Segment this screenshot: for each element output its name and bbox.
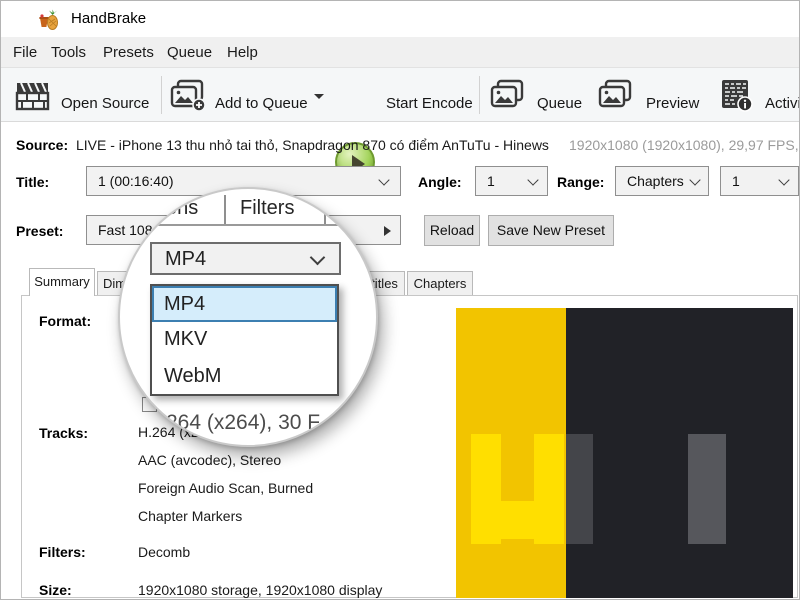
- angle-label: Angle:: [418, 174, 462, 190]
- pictures-add-icon: [169, 79, 207, 118]
- pictures-stack-icon: [597, 79, 635, 118]
- track-line: Chapter Markers: [138, 508, 242, 524]
- menu-presets[interactable]: Presets: [103, 44, 154, 61]
- queue-button[interactable]: Queue: [489, 76, 585, 116]
- app-icon: [37, 8, 61, 32]
- preview-letter-i-bar: [688, 434, 726, 544]
- queue-label: Queue: [537, 95, 582, 112]
- toolbar: Open Source Add to Queue Start Encode: [1, 68, 799, 122]
- track-line: AAC (avcodec), Stereo: [138, 452, 281, 468]
- preview-label: Preview: [646, 95, 699, 112]
- title-label: Title:: [16, 174, 49, 190]
- dropdown-option-mkv[interactable]: MKV: [152, 322, 337, 359]
- format-dropdown[interactable]: MP4: [150, 242, 341, 275]
- range-type-select[interactable]: Chapters: [615, 166, 709, 196]
- tab-baseline: [120, 224, 378, 226]
- chevron-down-icon: [689, 174, 700, 185]
- start-encode-label: Start Encode: [386, 95, 473, 112]
- range-label: Range:: [557, 174, 604, 190]
- activity-log-label: Activity Log: [765, 95, 800, 112]
- chevron-down-icon: [778, 174, 789, 185]
- angle-select[interactable]: 1: [475, 166, 548, 196]
- filters-value: Decomb: [138, 544, 190, 560]
- titlebar: HandBrake: [1, 1, 799, 37]
- window-title: HandBrake: [71, 10, 146, 28]
- track-line: Foreign Audio Scan, Burned: [138, 480, 313, 496]
- menu-queue[interactable]: Queue: [167, 44, 212, 61]
- toolbar-separator: [161, 76, 162, 114]
- source-label: Source:: [16, 137, 68, 153]
- menu-help[interactable]: Help: [227, 44, 258, 61]
- format-dropdown-list: MP4 MKV WebM: [150, 284, 339, 396]
- menu-file[interactable]: File: [13, 44, 37, 61]
- menubar: File Tools Presets Queue Help: [1, 37, 799, 68]
- save-new-preset-button[interactable]: Save New Preset: [488, 215, 614, 246]
- size-value: 1920x1080 storage, 1920x1080 display: [138, 582, 382, 598]
- chevron-down-icon: [310, 250, 326, 266]
- angle-select-value: 1: [487, 173, 495, 189]
- toolbar-separator: [479, 76, 480, 114]
- magnified-tab-dimensions-partial: ons: [166, 197, 198, 220]
- handbrake-window: HandBrake File Tools Presets Queue Help …: [0, 0, 800, 600]
- source-value: LIVE - iPhone 13 thu nhỏ tai thỏ, Snapdr…: [76, 137, 549, 153]
- magnified-track-text: 264 (x264), 30 F: [166, 411, 320, 435]
- add-to-queue-label: Add to Queue: [215, 95, 308, 112]
- size-label: Size:: [39, 582, 72, 598]
- caret-down-icon: [314, 94, 324, 99]
- tab-summary[interactable]: Summary: [29, 268, 95, 296]
- preview-letter-h-crossbar: [471, 501, 564, 539]
- clapperboard-icon: [15, 80, 51, 117]
- open-source-label: Open Source: [61, 95, 149, 112]
- log-info-icon: [719, 78, 755, 119]
- tracks-label: Tracks:: [39, 425, 88, 441]
- open-source-button[interactable]: Open Source: [15, 76, 155, 116]
- range-end-select[interactable]: 1: [720, 166, 799, 196]
- tab-separator: [224, 195, 226, 224]
- title-select-value: 1 (00:16:40): [98, 173, 174, 189]
- dropdown-option-webm[interactable]: WebM: [152, 359, 337, 396]
- activity-log-button[interactable]: Activity Log: [719, 76, 800, 116]
- pictures-stack-icon: [489, 79, 527, 118]
- dropdown-option-mp4[interactable]: MP4: [152, 286, 337, 322]
- reload-button[interactable]: Reload: [424, 215, 480, 246]
- start-encode-button[interactable]: Start Encode: [386, 76, 476, 116]
- preview-image: [456, 308, 793, 598]
- range-end-value: 1: [732, 173, 740, 189]
- tab-chapters[interactable]: Chapters: [407, 271, 473, 296]
- magnified-tab-filters: Filters: [240, 197, 294, 220]
- chevron-down-icon: [527, 174, 538, 185]
- filters-label: Filters:: [39, 544, 86, 560]
- range-type-value: Chapters: [627, 173, 684, 189]
- magnifier-circle: ons Filters MP4 MP4 MKV WebM 264 (x264),…: [118, 187, 378, 447]
- tab-separator: [324, 195, 326, 224]
- arrow-right-icon: [384, 226, 391, 236]
- add-to-queue-button[interactable]: Add to Queue: [169, 76, 325, 116]
- preview-faint-bar: [566, 434, 593, 544]
- chevron-down-icon: [378, 174, 389, 185]
- preset-label: Preset:: [16, 223, 63, 239]
- format-label: Format:: [39, 313, 91, 329]
- preview-button[interactable]: Preview: [597, 76, 701, 116]
- source-details: 1920x1080 (1920x1080), 29,97 FPS, 1: [569, 137, 800, 153]
- menu-tools[interactable]: Tools: [51, 44, 86, 61]
- format-dropdown-value: MP4: [165, 248, 206, 271]
